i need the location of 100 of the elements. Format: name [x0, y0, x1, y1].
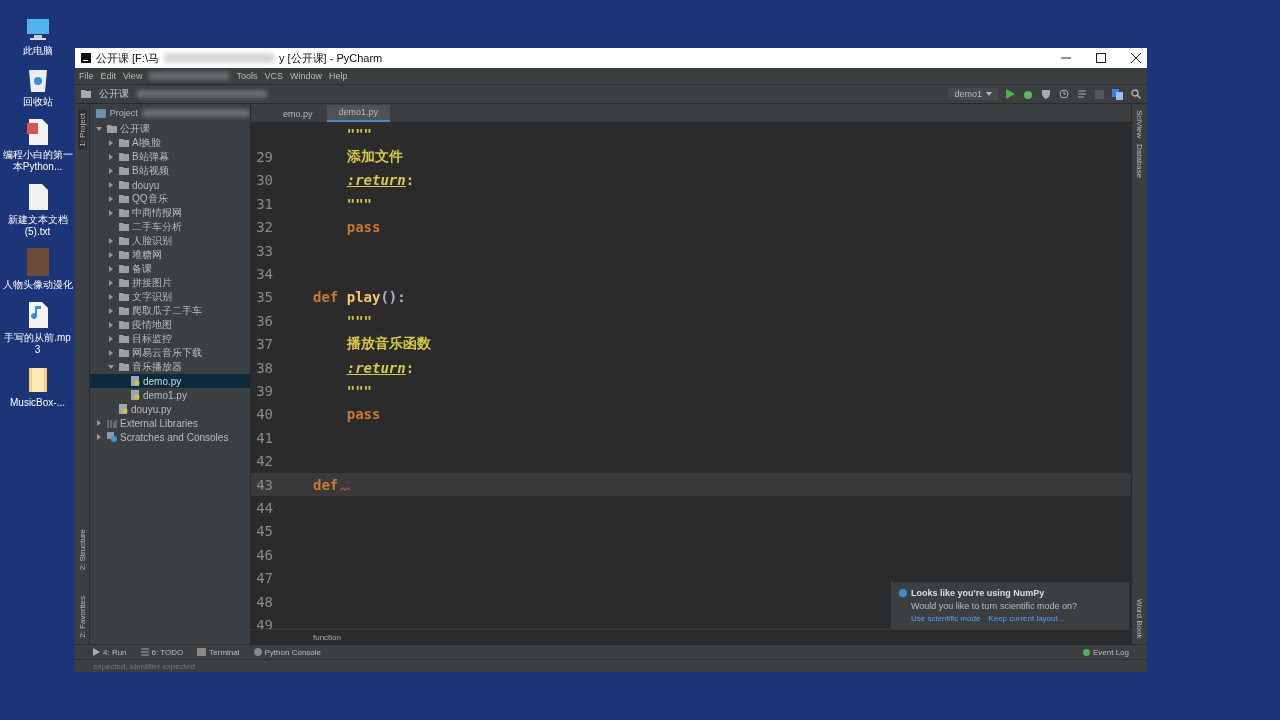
- tree-item[interactable]: demo.py: [90, 374, 250, 388]
- notification-link[interactable]: Keep current layout...: [988, 614, 1065, 623]
- text-file-icon[interactable]: [26, 183, 49, 211]
- code-line: """: [345, 195, 372, 212]
- tree-item[interactable]: 人脸识别: [90, 234, 250, 248]
- app-logo-icon: [81, 53, 91, 63]
- tool-window-tab[interactable]: Terminal: [197, 647, 240, 657]
- editor-tab[interactable]: demo1.py: [326, 105, 391, 122]
- list-icon[interactable]: [1077, 89, 1087, 99]
- tree-item[interactable]: 网易云音乐下载: [90, 346, 250, 360]
- close-icon[interactable]: [1131, 53, 1141, 63]
- desktop-icon-label[interactable]: 手写的从前.mp3: [1, 332, 74, 356]
- tree-item[interactable]: Scratches and Consoles: [90, 430, 250, 444]
- clock-icon[interactable]: [1059, 89, 1069, 99]
- expand-arrow-icon[interactable]: [108, 350, 114, 356]
- expand-arrow-icon[interactable]: [108, 280, 114, 286]
- code-line: def: [313, 476, 339, 493]
- expand-arrow-icon[interactable]: [108, 266, 114, 272]
- tree-item[interactable]: 文字识别: [90, 290, 250, 304]
- expand-arrow-icon[interactable]: [108, 140, 114, 146]
- panel-icon: [96, 108, 106, 118]
- menu-item[interactable]: Window: [289, 71, 322, 81]
- tree-item[interactable]: demo1.py: [90, 388, 250, 402]
- tree-item[interactable]: AI换脸: [90, 136, 250, 150]
- code-line: def play():: [313, 289, 406, 306]
- tree-item[interactable]: 堆糖网: [90, 248, 250, 262]
- expand-arrow-icon[interactable]: [108, 294, 114, 300]
- recycle-bin-icon[interactable]: [26, 67, 49, 93]
- python-file-icon: [119, 404, 128, 414]
- tree-item[interactable]: B站视频: [90, 164, 250, 178]
- breadcrumb-item[interactable]: function: [313, 632, 342, 642]
- collapse-arrow-icon[interactable]: [96, 126, 102, 132]
- tool-window-tab[interactable]: 6: TODO: [140, 647, 184, 657]
- desktop-icon-label[interactable]: MusicBox-...: [10, 397, 65, 409]
- tree-item[interactable]: QQ音乐: [90, 192, 250, 206]
- menu-item[interactable]: Edit: [100, 71, 117, 81]
- tree-item[interactable]: 疫情地图: [90, 318, 250, 332]
- desktop-icon-label[interactable]: 人物头像动漫化: [2, 279, 73, 291]
- tool-window-tab[interactable]: Word Book: [1135, 598, 1144, 638]
- editor-tab[interactable]: emo.py: [271, 107, 325, 122]
- line-number: 30: [256, 172, 273, 189]
- code-line: :return:: [345, 359, 415, 376]
- run-config-dropdown[interactable]: demo1: [948, 88, 998, 100]
- expand-arrow-icon[interactable]: [108, 210, 114, 216]
- expand-arrow-icon[interactable]: [108, 168, 114, 174]
- line-number: 32: [256, 219, 273, 236]
- desktop-icon-label[interactable]: 新建文本文档(5).txt: [1, 214, 74, 238]
- tool-window-tab[interactable]: 4: Run: [93, 647, 127, 657]
- tree-item[interactable]: douyu.py: [90, 402, 250, 416]
- computer-icon[interactable]: [24, 18, 51, 42]
- expand-arrow-icon[interactable]: [108, 308, 114, 314]
- expand-arrow-icon[interactable]: [108, 336, 114, 342]
- expand-arrow-icon[interactable]: [108, 252, 114, 258]
- tree-item[interactable]: External Libraries: [90, 416, 250, 430]
- menu-item[interactable]: File: [79, 71, 94, 81]
- menu-item[interactable]: VCS: [264, 71, 283, 81]
- tree-item[interactable]: 备课: [90, 262, 250, 276]
- tool-window-tab[interactable]: Database: [1135, 144, 1144, 179]
- notification-link[interactable]: Use scientific mode: [911, 614, 981, 623]
- tool-window-tab[interactable]: 2: Favorites: [77, 596, 87, 638]
- event-log-tab[interactable]: Event Log: [1082, 647, 1129, 657]
- tree-item[interactable]: 中商情报网: [90, 206, 250, 220]
- collapse-arrow-icon[interactable]: [108, 364, 114, 370]
- music-file-icon[interactable]: [26, 301, 49, 329]
- expand-arrow-icon[interactable]: [108, 322, 114, 328]
- tree-item[interactable]: douyu: [90, 178, 250, 192]
- tree-item[interactable]: 公开课: [90, 122, 250, 136]
- tree-item[interactable]: B站弹幕: [90, 150, 250, 164]
- menu-item[interactable]: Tools: [236, 71, 258, 81]
- expand-arrow-icon[interactable]: [108, 238, 114, 244]
- tool-window-tab[interactable]: Python Console: [253, 647, 321, 657]
- run-icon[interactable]: [1006, 89, 1015, 99]
- line-number: 39: [256, 383, 273, 399]
- expand-arrow-icon[interactable]: [96, 420, 102, 426]
- tree-item[interactable]: 目标监控: [90, 332, 250, 346]
- desktop-icon-label[interactable]: 回收站: [22, 96, 53, 108]
- tree-item[interactable]: 音乐播放器: [90, 360, 250, 374]
- menu-item[interactable]: View: [123, 71, 143, 81]
- python-file-icon: [131, 376, 140, 386]
- expand-arrow-icon[interactable]: [96, 434, 102, 440]
- terminal-icon: [197, 648, 207, 656]
- tool-window-tab[interactable]: 1: Project: [77, 110, 87, 150]
- shield-icon[interactable]: [1041, 89, 1051, 99]
- line-number: 48: [256, 593, 273, 610]
- tree-item[interactable]: 拼接图片: [90, 276, 250, 290]
- expand-arrow-icon[interactable]: [108, 154, 114, 160]
- tree-item[interactable]: 爬取瓜子二手车: [90, 304, 250, 318]
- line-number: 36: [256, 312, 273, 329]
- breadcrumb-item[interactable]: 公开课: [99, 87, 129, 101]
- expand-arrow-icon[interactable]: [108, 182, 114, 188]
- desktop-icon-label[interactable]: 编程小白的第一本Python...: [1, 149, 74, 173]
- tree-item[interactable]: 二手车分析: [90, 220, 250, 234]
- expand-arrow-icon[interactable]: [108, 196, 114, 202]
- desktop-icon-label[interactable]: 此电脑: [22, 45, 53, 57]
- document-icon[interactable]: [25, 118, 50, 146]
- maximize-icon[interactable]: [1096, 53, 1106, 63]
- search-icon[interactable]: [1131, 89, 1141, 99]
- tool-window-tab[interactable]: 2: Structure: [77, 528, 87, 571]
- menu-item[interactable]: Help: [328, 71, 348, 81]
- tool-window-tab[interactable]: SciView: [1135, 110, 1144, 139]
